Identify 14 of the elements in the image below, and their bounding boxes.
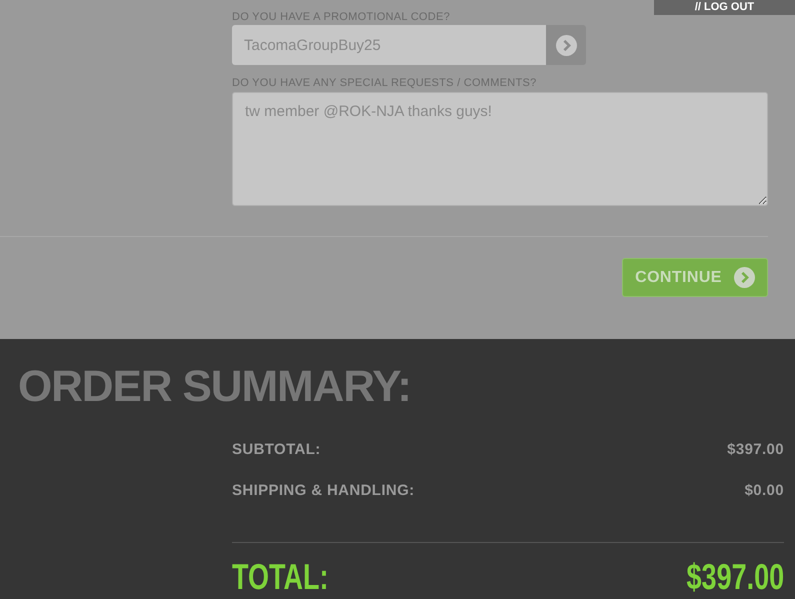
continue-button[interactable]: CONTINUE bbox=[622, 258, 768, 297]
line-amount: $397.00 bbox=[727, 440, 784, 460]
comments-field[interactable]: tw member @ROK-NJA thanks guys! bbox=[232, 92, 768, 206]
apply-code-button[interactable] bbox=[546, 25, 586, 65]
line-label: SHIPPING & HANDLING: bbox=[232, 480, 415, 500]
promo-code-field[interactable]: TacomaGroupBuy25 bbox=[232, 25, 546, 65]
total-amount: $397.00 bbox=[686, 559, 784, 595]
logout-link[interactable]: // LOG OUT bbox=[654, 0, 795, 15]
chevron-right-icon bbox=[556, 34, 576, 56]
chevron-right-icon bbox=[734, 267, 755, 288]
section-title: ORDER SUMMARY: bbox=[18, 365, 412, 409]
line-label: SUBTOTAL: bbox=[232, 440, 321, 460]
line-amount: $0.00 bbox=[744, 480, 784, 500]
total-label: TOTAL: bbox=[232, 559, 328, 595]
